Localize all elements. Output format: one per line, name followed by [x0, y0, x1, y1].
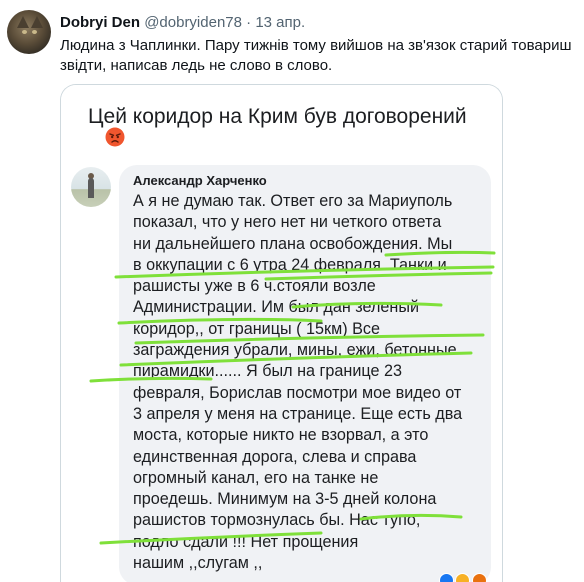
- author-name[interactable]: Dobryi Den: [60, 14, 140, 31]
- comment-line: моста, которые никто не взорвал, а это: [133, 426, 429, 445]
- comment-line: нашим ,,слугам ,,: [133, 554, 263, 573]
- comment-line: проедешь. Минимум на 3-5 дней колона: [133, 490, 437, 509]
- timestamp[interactable]: 13 апр.: [255, 14, 305, 31]
- comment-line: 3 апреля у меня на странице. Еще есть дв…: [133, 404, 463, 423]
- comment-line: показал, что у него нет ни четкого ответ…: [133, 213, 442, 232]
- tweet-text: Людина з Чаплинки. Пару тижнів тому вийш…: [60, 37, 572, 74]
- comment-line: огромный канал, его на танке не: [133, 468, 379, 487]
- tweet-header: Dobryi Den @dobryiden78 · 13 апр.: [60, 14, 305, 31]
- comment-line: подло сдали !!! Нет прощения: [133, 532, 359, 551]
- comment-line: рашистов тормознулась бы. Нас тупо,: [133, 511, 421, 530]
- screenshot-image: Цей коридор на Крим був договорений Алек…: [61, 85, 502, 582]
- comment-text: А я не думаю так. Ответ его за Мариуполь…: [133, 191, 485, 574]
- attached-image[interactable]: Цей коридор на Крим був договорений Алек…: [60, 84, 503, 582]
- avatar-eye: [32, 30, 37, 34]
- comment-line: коридор,, от границы ( 15км) Все: [133, 319, 380, 338]
- commenter-avatar: [71, 167, 111, 207]
- comment-line: Администрации. Им был дан зеленый: [133, 298, 420, 317]
- post-title: Цей коридор на Крим був договорений: [88, 105, 467, 128]
- comment-line: заграждения убрали, мины, ежи, бетонные: [133, 341, 457, 360]
- comment-line: в оккупации с 6 утра 24 февраля. Танки и: [133, 255, 447, 274]
- comment-line: единственная дорога, слева и справа: [133, 447, 417, 466]
- comment-line: рашисты уже в 6 ч.стояли возле: [133, 277, 376, 296]
- comment-line: пирамидки...... Я был на границе 23: [133, 362, 402, 381]
- separator: ·: [246, 14, 252, 31]
- avatar[interactable]: [7, 10, 51, 54]
- tweet[interactable]: Dobryi Den @dobryiden78 · 13 апр. Людина…: [0, 0, 584, 582]
- comment-bubble: Александр Харченко А я не думаю так. Отв…: [119, 165, 491, 582]
- comment-line: А я не думаю так. Ответ его за Мариуполь: [133, 192, 453, 210]
- avatar-ear: [17, 16, 29, 28]
- author-handle[interactable]: @dobryiden78: [144, 14, 242, 31]
- avatar-ear: [31, 16, 43, 28]
- comment-line: ни дальнейшего плана освобождения. Мы: [133, 234, 453, 253]
- comment-line: февраля, Борислав посмотри мое видео от: [133, 383, 462, 402]
- avatar-eye: [22, 30, 27, 34]
- comment-author: Александр Харченко: [133, 173, 267, 188]
- angry-face-icon: [105, 127, 125, 147]
